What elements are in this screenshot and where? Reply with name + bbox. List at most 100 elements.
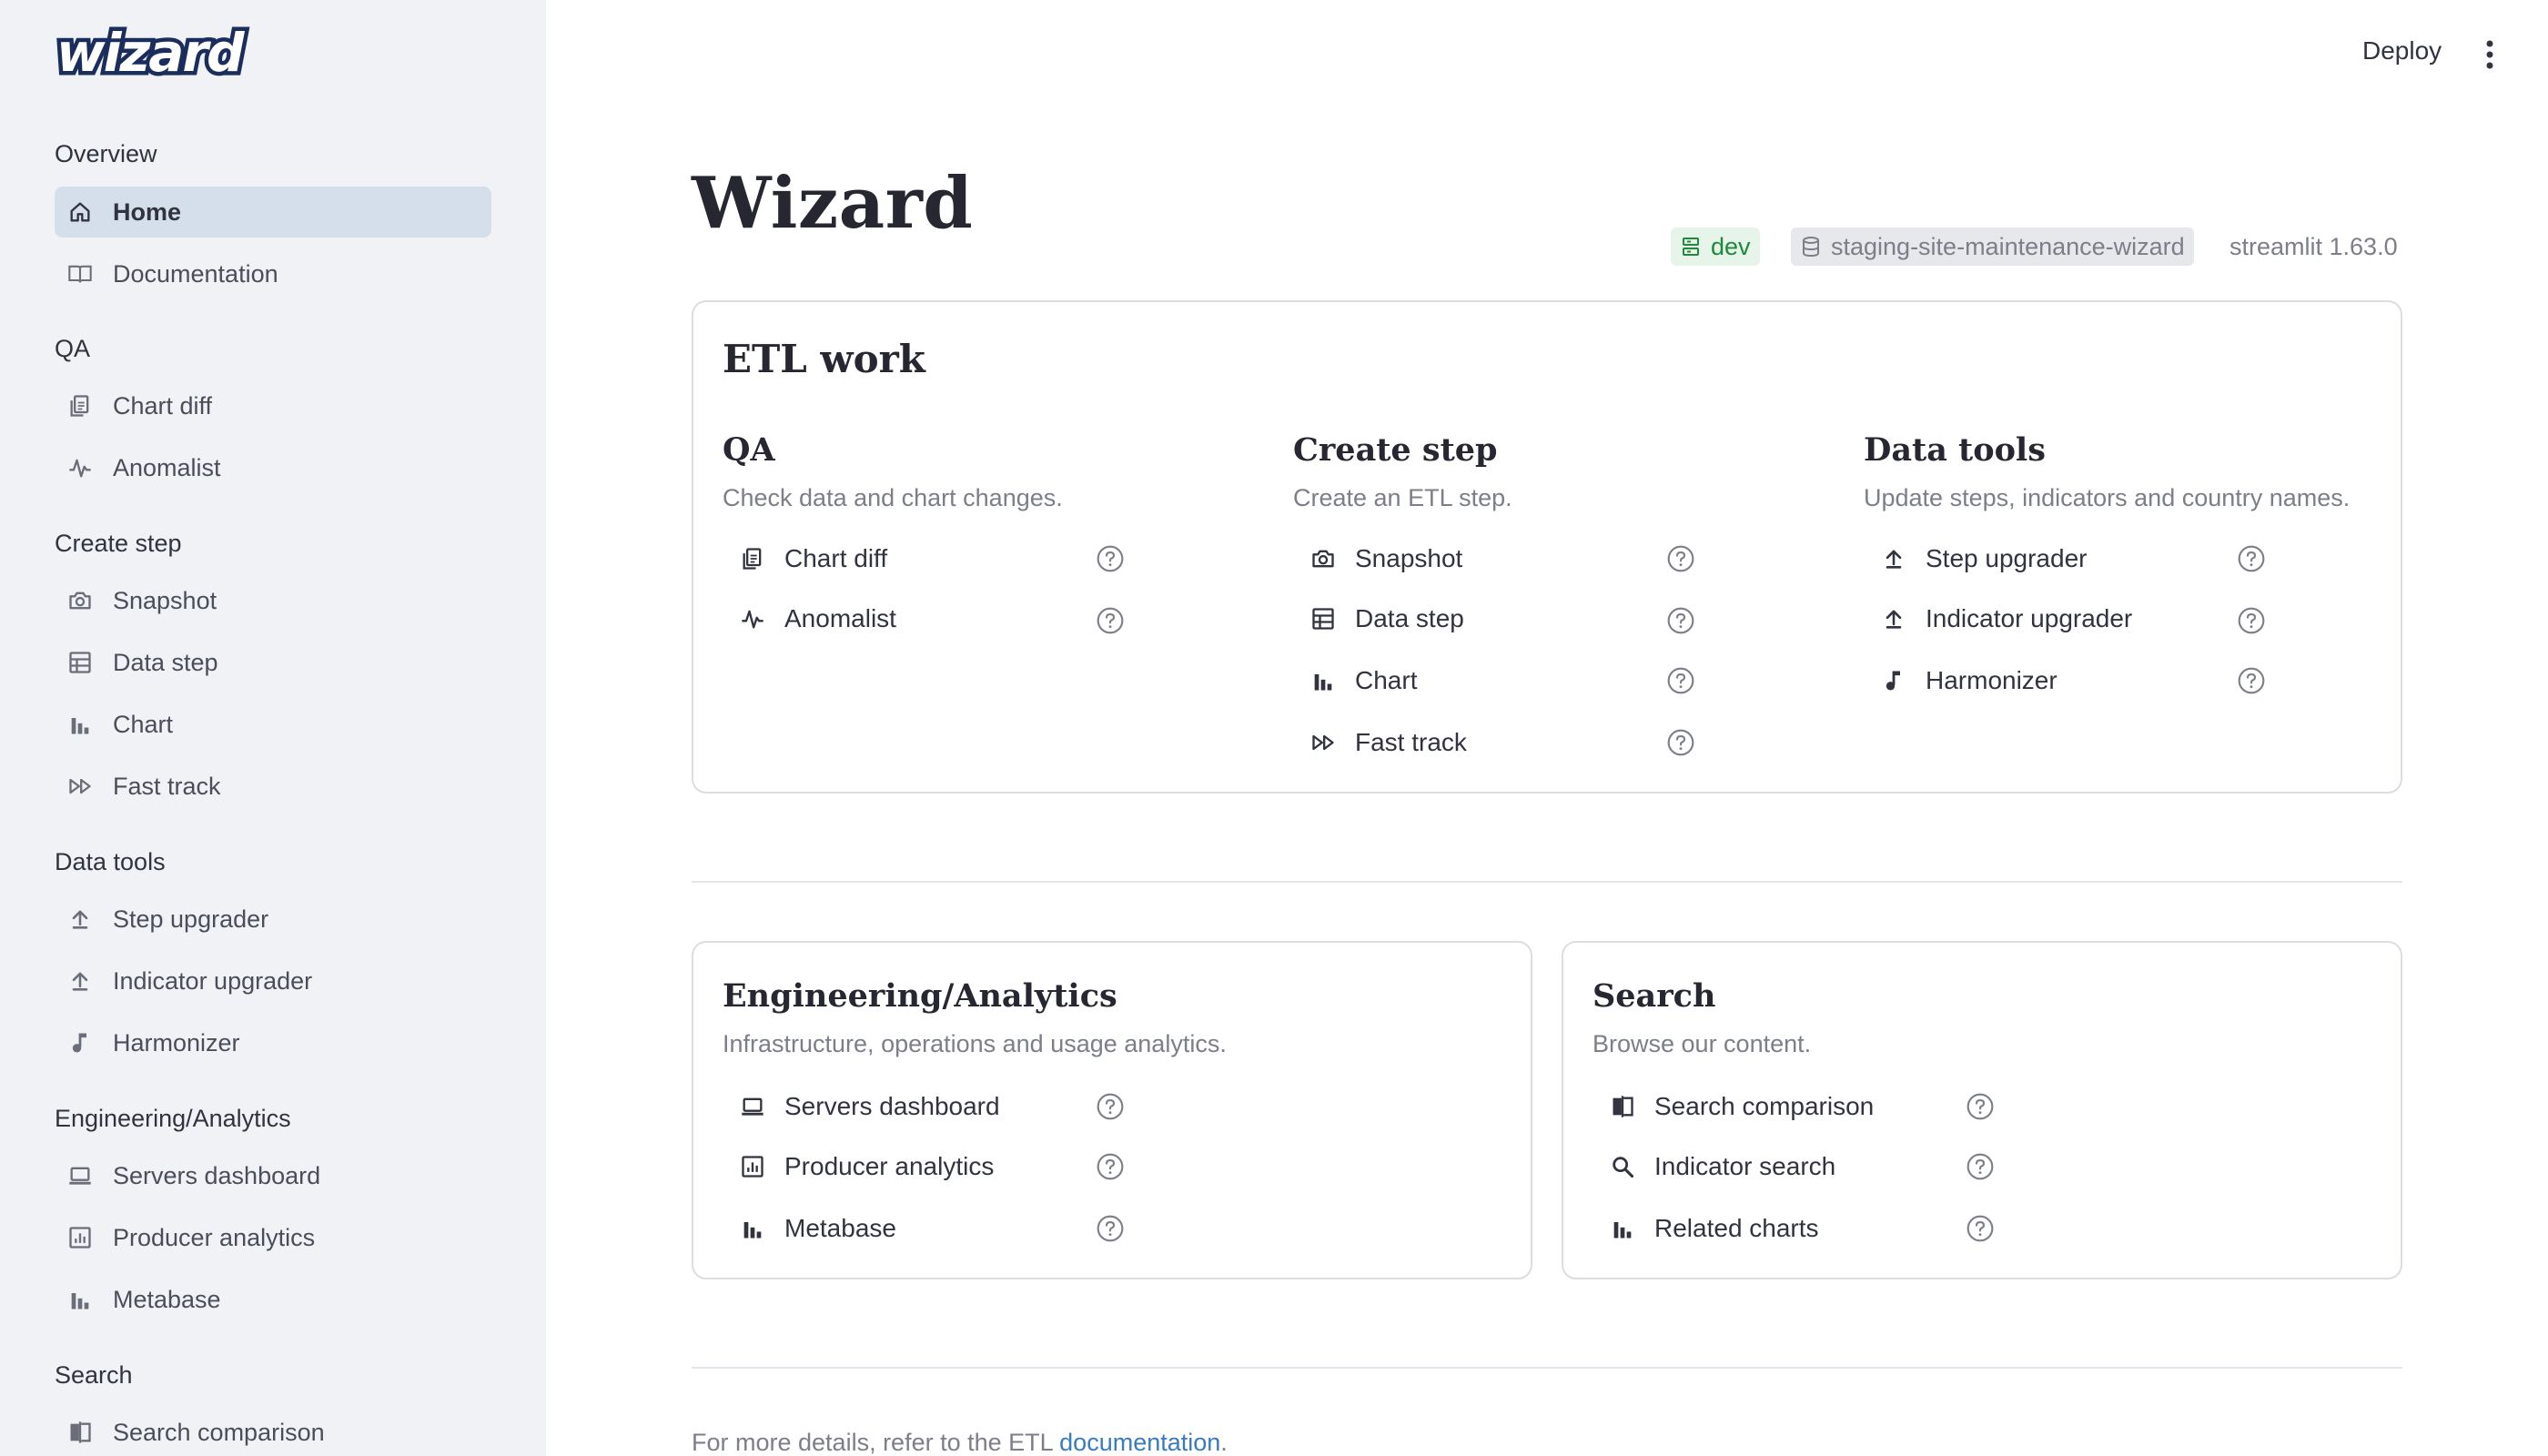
sidebar-item-label: Step upgrader [113, 905, 269, 933]
divider [692, 881, 2402, 883]
link-search-comparison[interactable]: Search comparison [1592, 1081, 2011, 1132]
search-card: Search Browse our content. Search compar… [1562, 941, 2402, 1279]
link-anomalist[interactable]: Anomalist [723, 593, 1141, 644]
link-label: Metabase [784, 1214, 896, 1242]
sidebar-item-label: Producer analytics [113, 1223, 316, 1251]
sidebar-item-search-comparison[interactable]: Search comparison [55, 1407, 491, 1456]
site-badge: staging-site-maintenance-wizard [1791, 228, 2194, 266]
link-label: Related charts [1654, 1214, 1819, 1242]
help-icon[interactable] [1096, 606, 1125, 635]
sidebar-item-data-step[interactable]: Data step [55, 637, 491, 688]
bar-chart-icon [1308, 665, 1339, 696]
link-producer-analytics[interactable]: Producer analytics [723, 1141, 1141, 1192]
help-icon[interactable] [1096, 544, 1125, 573]
link-snapshot[interactable]: Snapshot [1293, 533, 1712, 584]
sidebar-item-snapshot[interactable]: Snapshot [55, 575, 491, 626]
pulse-icon [66, 453, 95, 482]
sidebar-item-metabase[interactable]: Metabase [55, 1274, 491, 1325]
link-chart[interactable]: Chart [1293, 655, 1712, 706]
link-label: Indicator search [1654, 1152, 1836, 1180]
link-fast-track[interactable]: Fast track [1293, 717, 1712, 768]
sidebar-item-servers-dashboard[interactable]: Servers dashboard [55, 1150, 491, 1201]
link-data-step[interactable]: Data step [1293, 593, 1712, 644]
upload-icon [1878, 543, 1909, 574]
sidebar-item-step-upgrader[interactable]: Step upgrader [55, 894, 491, 945]
wizard-logo[interactable]: wizard [53, 25, 326, 80]
help-icon[interactable] [1096, 1092, 1125, 1121]
deploy-button[interactable]: Deploy [2362, 36, 2442, 66]
section-description: Create an ETL step. [1293, 484, 1512, 511]
link-step-upgrader[interactable]: Step upgrader [1864, 533, 2282, 584]
link-label: Snapshot [1355, 544, 1463, 572]
card-title: Search [1592, 977, 1716, 1015]
divider [692, 1367, 2402, 1369]
link-label: Search comparison [1654, 1092, 1875, 1120]
help-icon[interactable] [1666, 728, 1695, 757]
help-icon[interactable] [2237, 666, 2266, 695]
section-title-data-tools: Data tools [1864, 431, 2046, 469]
etl-work-card: ETL work QA Check data and chart changes… [692, 300, 2402, 794]
sidebar-item-label: Data step [113, 648, 218, 676]
sidebar-item-indicator-upgrader[interactable]: Indicator upgrader [55, 956, 491, 1006]
sidebar-item-harmonizer[interactable]: Harmonizer [55, 1017, 491, 1068]
section-description: Browse our content. [1592, 1030, 1812, 1057]
sidebar-group-create-step: Create step [55, 530, 182, 557]
laptop-icon [737, 1091, 768, 1122]
link-metabase[interactable]: Metabase [723, 1203, 1141, 1254]
help-icon[interactable] [1666, 666, 1695, 695]
sidebar-item-fast-track[interactable]: Fast track [55, 761, 491, 812]
link-label: Chart diff [784, 544, 888, 572]
link-label: Step upgrader [1926, 544, 2088, 572]
fast-forward-icon [66, 772, 95, 801]
svg-text:wizard: wizard [56, 25, 245, 80]
sidebar-item-chart-diff[interactable]: Chart diff [55, 380, 491, 431]
section-title-qa: QA [723, 431, 775, 469]
help-icon[interactable] [2237, 606, 2266, 635]
help-icon[interactable] [1096, 1214, 1125, 1243]
documentation-link[interactable]: documentation [1059, 1429, 1220, 1456]
table-icon [66, 648, 95, 677]
sidebar-item-label: Anomalist [113, 453, 221, 481]
document-copy-icon [66, 391, 95, 420]
site-badge-label: staging-site-maintenance-wizard [1831, 232, 2185, 260]
book-icon [66, 259, 95, 288]
sidebar-item-chart[interactable]: Chart [55, 699, 491, 750]
link-chart-diff[interactable]: Chart diff [723, 533, 1141, 584]
link-harmonizer[interactable]: Harmonizer [1864, 655, 2282, 706]
bar-chart-icon [66, 1285, 95, 1314]
sidebar-item-producer-analytics[interactable]: Producer analytics [55, 1212, 491, 1263]
link-indicator-upgrader[interactable]: Indicator upgrader [1864, 593, 2282, 644]
upload-icon [66, 905, 95, 934]
help-icon[interactable] [1966, 1152, 1995, 1181]
sidebar-item-anomalist[interactable]: Anomalist [55, 442, 491, 493]
fast-forward-icon [1308, 727, 1339, 758]
help-icon[interactable] [2237, 544, 2266, 573]
help-icon[interactable] [1096, 1152, 1125, 1181]
music-note-icon [1878, 665, 1909, 696]
footer-prefix: For more details, refer to the ETL [692, 1429, 1060, 1456]
sidebar-item-home[interactable]: Home [55, 187, 491, 238]
sidebar-item-label: Indicator upgrader [113, 966, 313, 995]
sidebar-item-documentation[interactable]: Documentation [55, 248, 491, 299]
link-indicator-search[interactable]: Indicator search [1592, 1141, 2011, 1192]
env-badge: dev [1671, 228, 1760, 266]
link-label: Producer analytics [784, 1152, 995, 1180]
camera-icon [66, 586, 95, 615]
sidebar-item-label: Search comparison [113, 1418, 325, 1446]
bar-chart-icon [66, 710, 95, 739]
help-icon[interactable] [1966, 1092, 1995, 1121]
help-icon[interactable] [1666, 544, 1695, 573]
footer-suffix: . [1220, 1429, 1228, 1456]
sidebar-group-overview: Overview [55, 140, 157, 167]
sidebar-group-data-tools: Data tools [55, 848, 166, 875]
sidebar-group-engineering-analytics: Engineering/Analytics [55, 1105, 291, 1132]
more-options-icon[interactable] [2475, 33, 2504, 76]
engineering-analytics-card: Engineering/Analytics Infrastructure, op… [692, 941, 1532, 1279]
sidebar-item-label: Chart diff [113, 391, 213, 420]
card-title: ETL work [723, 337, 925, 381]
link-servers-dashboard[interactable]: Servers dashboard [723, 1081, 1141, 1132]
help-icon[interactable] [1966, 1214, 1995, 1243]
music-note-icon [66, 1028, 95, 1057]
link-related-charts[interactable]: Related charts [1592, 1203, 2011, 1254]
help-icon[interactable] [1666, 606, 1695, 635]
